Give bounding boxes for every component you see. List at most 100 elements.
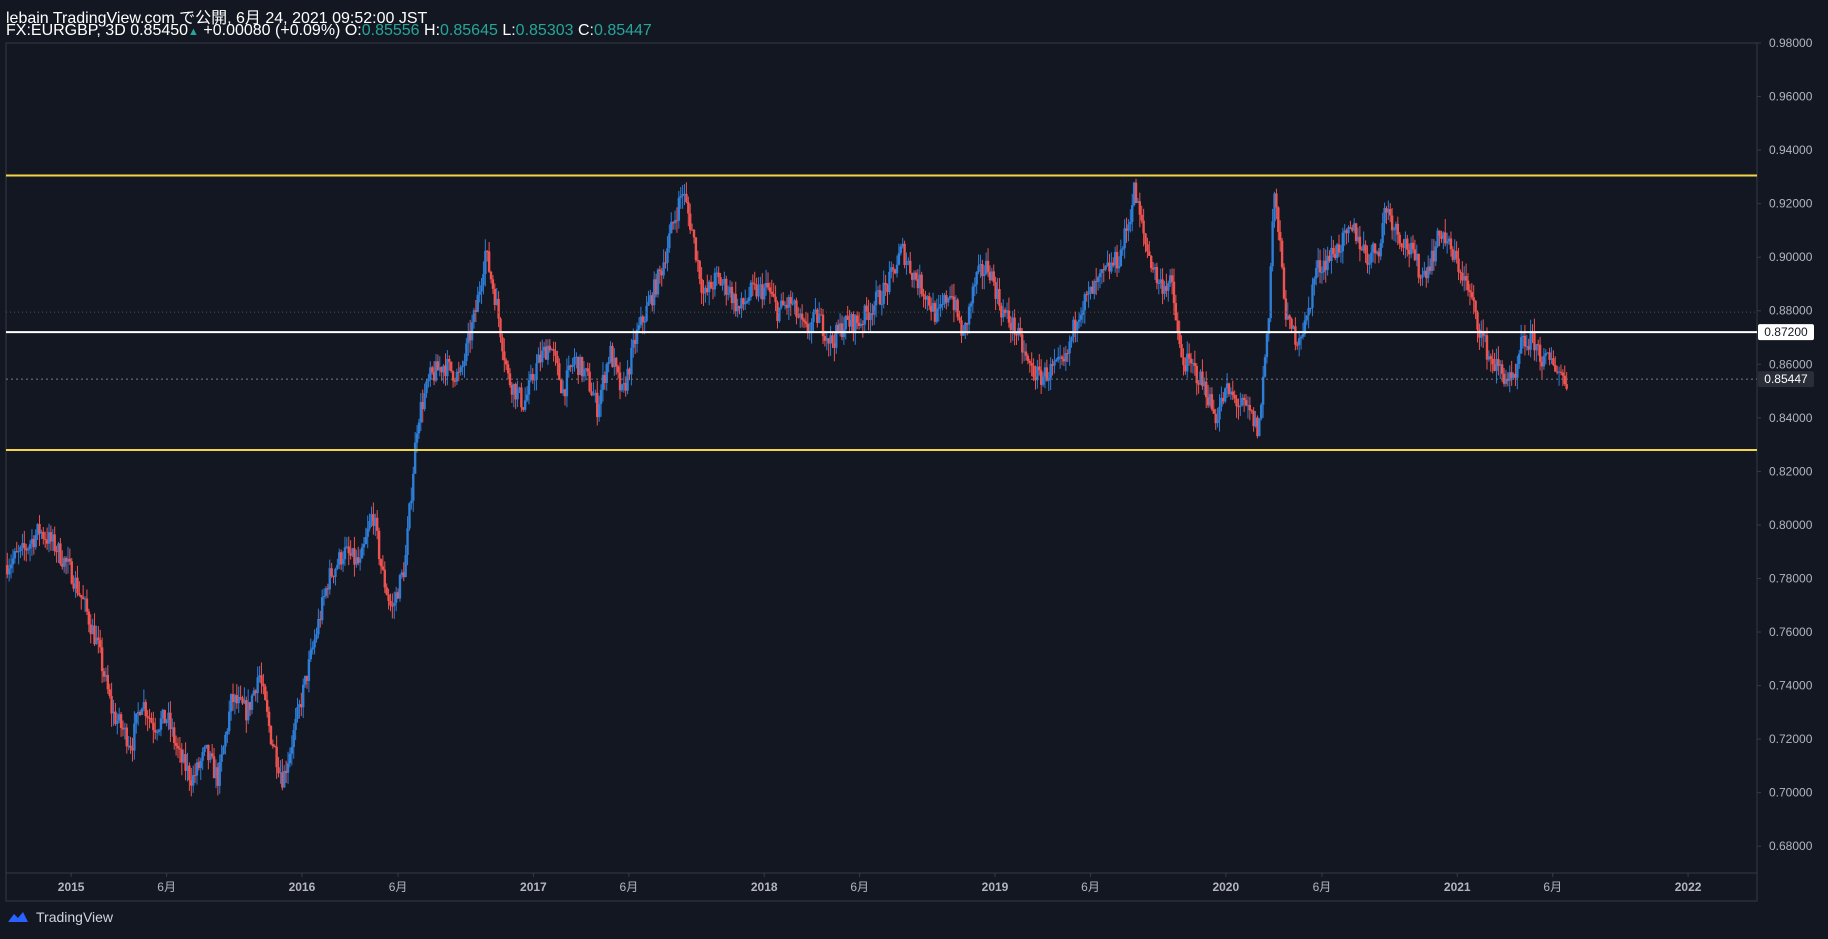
- candle-body: [362, 544, 366, 548]
- candle-body: [377, 530, 381, 560]
- candle-body: [1474, 300, 1477, 313]
- candle-body: [508, 373, 512, 385]
- candle-body: [336, 564, 339, 569]
- candle-body: [1019, 327, 1022, 335]
- candle-body: [425, 381, 428, 394]
- candle-body: [1134, 182, 1138, 204]
- candle-body: [53, 534, 56, 552]
- candle-body: [1288, 315, 1291, 319]
- candle-body: [1070, 337, 1073, 342]
- candle-body: [1419, 277, 1422, 279]
- candle-body: [1305, 315, 1308, 321]
- candle-body: [152, 722, 155, 731]
- candle-body: [1205, 381, 1208, 398]
- candle-body: [1104, 265, 1107, 270]
- candle-body: [78, 593, 81, 596]
- candle-body: [1055, 359, 1058, 362]
- y-tick-label: 0.94000: [1769, 143, 1813, 157]
- candle-body: [1167, 283, 1170, 291]
- x-tick-label: 2017: [520, 880, 547, 894]
- candle-body: [897, 253, 901, 265]
- candle-body: [461, 365, 464, 368]
- candle-body: [1144, 233, 1147, 245]
- candle-body: [19, 547, 22, 552]
- candle-body: [157, 729, 161, 732]
- candle-body: [1320, 272, 1324, 274]
- candle-body: [1060, 356, 1064, 359]
- candle-body: [42, 531, 45, 539]
- candle-body: [1565, 384, 1568, 389]
- candle-body: [491, 279, 495, 289]
- candle-body: [427, 379, 430, 382]
- candle-body: [1083, 294, 1087, 311]
- candle-body: [1468, 290, 1472, 293]
- candle-body: [1406, 238, 1409, 250]
- footer-brand[interactable]: TradingView: [6, 909, 113, 925]
- candle-body: [689, 213, 692, 230]
- candle-body: [656, 269, 660, 295]
- candle-body: [1077, 319, 1081, 322]
- open-value: 0.85556: [361, 22, 420, 39]
- candle-body: [100, 647, 104, 672]
- candle-body: [366, 528, 369, 537]
- candle-body: [668, 233, 671, 249]
- candle-body: [520, 387, 523, 408]
- candle-body: [527, 380, 531, 395]
- candle-body: [265, 699, 269, 712]
- candle-body: [1544, 353, 1547, 356]
- candle-body: [884, 282, 887, 286]
- candle-body: [87, 611, 91, 625]
- candle-body: [647, 301, 650, 306]
- candle-body: [565, 370, 569, 397]
- candle-body: [410, 500, 413, 504]
- candle-body: [286, 763, 290, 773]
- candle-body: [165, 719, 168, 724]
- candle-body: [1030, 362, 1033, 366]
- candle-body: [744, 302, 747, 305]
- candle-body: [977, 265, 980, 272]
- candle-body: [1500, 364, 1504, 374]
- candle-body: [375, 517, 379, 531]
- candle-body: [597, 403, 601, 418]
- candle-body: [571, 364, 574, 368]
- candle-body: [275, 746, 278, 768]
- candle-body: [804, 321, 808, 324]
- candle-body: [313, 639, 316, 648]
- candle-body: [802, 319, 806, 322]
- candle-body: [1275, 193, 1278, 208]
- candle-body: [1210, 394, 1214, 410]
- candle-body: [1131, 205, 1134, 222]
- candle-body: [1449, 238, 1453, 250]
- candle-body: [645, 305, 648, 322]
- candle-body: [381, 566, 385, 570]
- candle-body: [992, 271, 995, 283]
- candle-body: [637, 325, 641, 330]
- candle-body: [1296, 344, 1299, 346]
- candle-body: [1216, 419, 1219, 424]
- price-chart[interactable]: 0.87200 0.85447 0.98000 0.96000 0.94000 0.92…: [0, 0, 1828, 939]
- candle-body: [630, 347, 633, 375]
- candle-body: [1315, 267, 1318, 279]
- candle-body: [1271, 221, 1274, 267]
- candle-body: [726, 293, 730, 295]
- candle-body: [1239, 405, 1242, 407]
- y-tick-label: 0.68000: [1769, 839, 1813, 853]
- candle-body: [292, 729, 295, 748]
- candle-body: [1542, 355, 1546, 367]
- level-price-label: 0.87200: [1764, 325, 1808, 339]
- candle-body: [1138, 201, 1142, 215]
- candle-body: [1470, 292, 1474, 298]
- candle-body: [1341, 232, 1345, 252]
- candle-body: [487, 251, 491, 272]
- x-tick-label: 6月: [850, 880, 869, 894]
- candle-body: [935, 308, 939, 322]
- candle-body: [1195, 366, 1198, 384]
- candle-body: [700, 279, 703, 293]
- candle-body: [1438, 230, 1441, 236]
- x-tick-label: 2015: [58, 880, 85, 894]
- candle-body: [643, 321, 646, 323]
- candle-body: [774, 296, 777, 303]
- candle-body: [99, 640, 102, 648]
- candle-body: [389, 600, 392, 606]
- y-tick-label: 0.76000: [1769, 625, 1813, 639]
